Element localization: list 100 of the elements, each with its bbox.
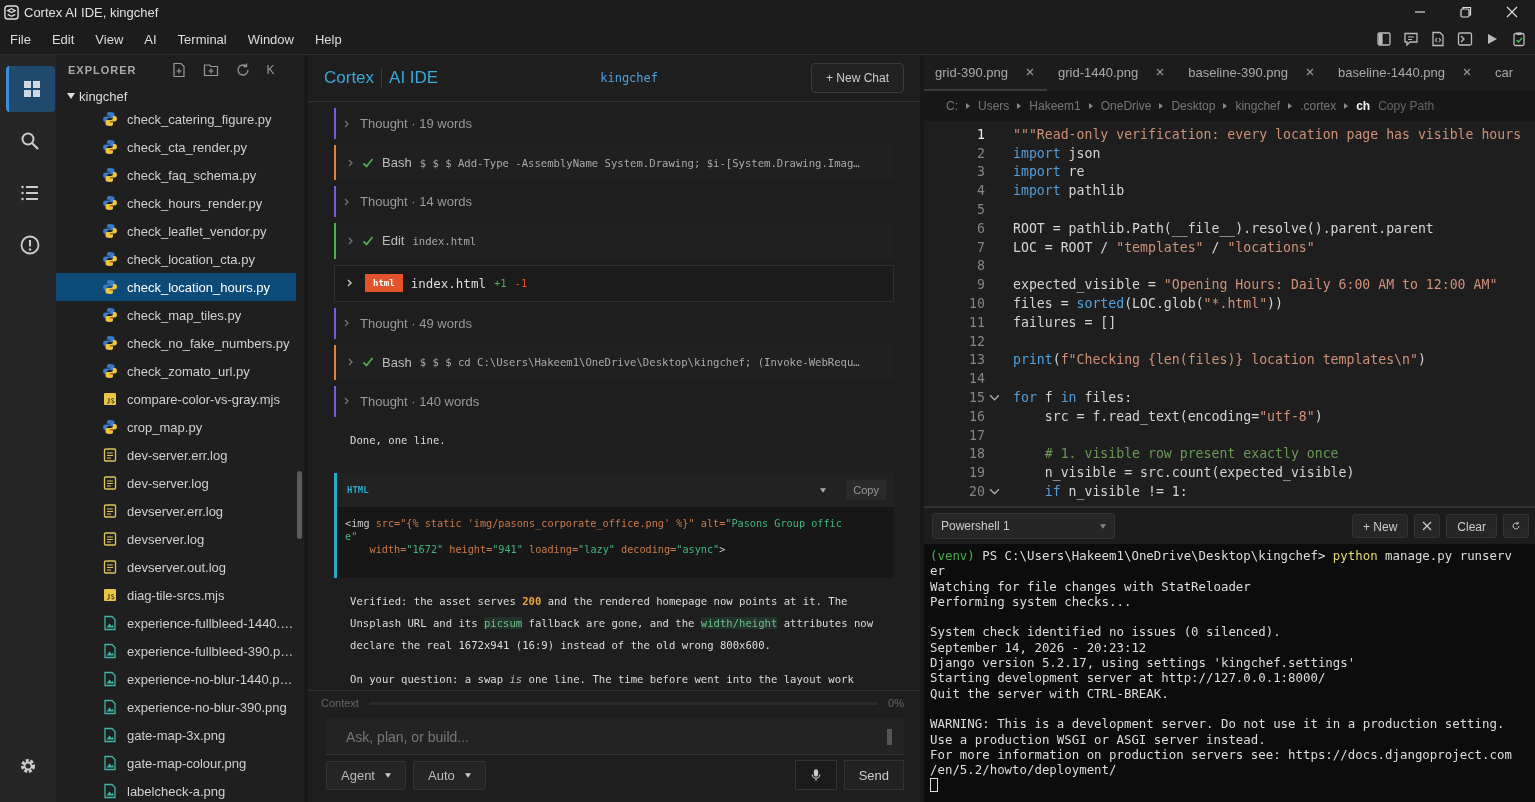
settings-icon[interactable] bbox=[18, 756, 38, 776]
menu-item[interactable]: File bbox=[10, 31, 31, 47]
mode-dropdown[interactable]: Agent bbox=[326, 760, 406, 790]
folder-row[interactable]: kingchef bbox=[56, 87, 304, 105]
collapse-button[interactable]: K bbox=[266, 63, 275, 77]
line-number: 3 bbox=[976, 164, 985, 180]
chevron-icon bbox=[347, 279, 353, 288]
close-icon[interactable] bbox=[1026, 68, 1034, 76]
menu-item[interactable]: Window bbox=[247, 31, 294, 47]
editor-tab[interactable]: baseline-1440.png bbox=[1327, 55, 1484, 91]
file-row[interactable]: check_location_cta.py bbox=[56, 245, 296, 273]
send-button[interactable]: Send bbox=[843, 760, 904, 790]
file-row[interactable]: check_hours_render.py bbox=[56, 189, 296, 217]
breadcrumb-item[interactable]: Hakeem1 bbox=[1029, 99, 1081, 113]
file-row[interactable]: dev-server.err.log bbox=[56, 441, 296, 469]
code-file-icon[interactable] bbox=[1430, 31, 1446, 47]
refresh-icon[interactable] bbox=[234, 62, 251, 78]
breadcrumb-item[interactable]: ch bbox=[1356, 99, 1371, 113]
tool-name: Edit bbox=[382, 233, 405, 249]
new-folder-icon[interactable] bbox=[202, 62, 219, 78]
shell-dropdown[interactable]: Powershell 1 bbox=[932, 513, 1115, 539]
menu-item[interactable]: Help bbox=[315, 31, 342, 47]
caret-icon[interactable] bbox=[820, 487, 827, 493]
file-row[interactable]: devserver.err.log bbox=[56, 497, 296, 525]
line-number: 17 bbox=[968, 427, 985, 443]
terminal-line: Watching for file changes with StatReloader bbox=[930, 578, 1251, 594]
breadcrumb-item[interactable]: .cortex bbox=[1300, 99, 1337, 113]
file-row[interactable]: experience-fullbleed-390.p… bbox=[56, 637, 296, 665]
thought-row[interactable]: Thought · 140 words bbox=[334, 385, 894, 417]
brand-name: Cortex bbox=[324, 68, 383, 88]
close-icon[interactable] bbox=[1306, 68, 1314, 76]
new-file-icon[interactable] bbox=[170, 62, 187, 78]
file-row[interactable]: gate-map-3x.png bbox=[56, 721, 296, 749]
file-row[interactable]: devserver.out.log bbox=[56, 553, 296, 581]
file-row[interactable]: experience-no-blur-390.png bbox=[56, 693, 296, 721]
clear-button[interactable]: Clear bbox=[1446, 514, 1497, 538]
activity-button[interactable] bbox=[5, 66, 55, 112]
menu-item[interactable]: AI bbox=[144, 31, 157, 47]
thought-row[interactable]: Thought · 49 words bbox=[334, 307, 894, 339]
code-line: src = f.read_text(encoding="utf-8") bbox=[1043, 408, 1323, 424]
file-row[interactable]: check_zomato_url.py bbox=[56, 357, 296, 385]
scrollbar-thumb[interactable] bbox=[297, 471, 302, 539]
breadcrumb-item[interactable]: Users bbox=[978, 99, 1010, 113]
file-diff-row[interactable]: html index.html +1 -1 bbox=[334, 264, 894, 302]
menu-item[interactable]: Edit bbox=[51, 31, 75, 47]
python-icon bbox=[102, 363, 118, 379]
file-row[interactable]: dev-server.log bbox=[56, 469, 296, 497]
grid-icon bbox=[21, 79, 42, 99]
new-terminal-button[interactable]: + New bbox=[1351, 514, 1409, 538]
file-row[interactable]: check_map_tiles.py bbox=[56, 301, 296, 329]
tool-name: Bash bbox=[382, 155, 412, 171]
chat-input-field[interactable]: Ask, plan, or build... bbox=[326, 719, 904, 755]
fold-chevron-icon[interactable] bbox=[989, 488, 1000, 496]
terminal-line: Quit the server with CTRL-BREAK. bbox=[930, 685, 1169, 701]
kill-terminal-button[interactable] bbox=[1414, 514, 1441, 538]
terminal-icon[interactable] bbox=[1457, 31, 1473, 47]
chevron-icon bbox=[348, 158, 354, 167]
menu-item[interactable]: View bbox=[95, 31, 124, 47]
line-number: 15 bbox=[968, 390, 985, 406]
file-row[interactable]: experience-fullbleed-1440.… bbox=[56, 609, 296, 637]
breadcrumb-item[interactable]: C: bbox=[946, 99, 958, 113]
model-dropdown[interactable]: Auto bbox=[413, 760, 486, 790]
close-icon[interactable] bbox=[1156, 68, 1165, 76]
editor-tab[interactable]: car bbox=[1483, 55, 1527, 91]
restore-icon[interactable] bbox=[1460, 6, 1472, 18]
file-row[interactable]: check_cta_render.py bbox=[56, 133, 296, 161]
microphone-button[interactable] bbox=[794, 760, 837, 790]
file-row[interactable]: gate-map-colour.png bbox=[56, 749, 296, 777]
check-icon bbox=[362, 234, 374, 247]
check-icon bbox=[362, 356, 374, 369]
restart-button[interactable] bbox=[1503, 514, 1529, 538]
file-row[interactable]: check_faq_schema.py bbox=[56, 161, 296, 189]
file-row[interactable]: check_no_fake_numbers.py bbox=[56, 329, 296, 357]
fold-chevron-icon[interactable] bbox=[989, 394, 1000, 402]
thought-row[interactable]: Thought · 19 words bbox=[334, 108, 894, 140]
file-row[interactable]: check_leaflet_vendor.py bbox=[56, 217, 296, 245]
thought-row[interactable]: Thought · 14 words bbox=[334, 186, 894, 218]
file-row[interactable]: compare-color-vs-gray.mjs bbox=[56, 385, 296, 413]
new-chat-button[interactable]: + New Chat bbox=[810, 63, 904, 93]
menu-item[interactable]: Terminal bbox=[177, 31, 227, 47]
file-row[interactable]: crop_map.py bbox=[56, 413, 296, 441]
copy-button[interactable]: Copy bbox=[846, 480, 886, 500]
caret-icon bbox=[1099, 523, 1106, 529]
file-row[interactable]: devserver.log bbox=[56, 525, 296, 553]
breadcrumb-item[interactable]: OneDrive bbox=[1100, 99, 1152, 113]
sidebar-toggle-icon[interactable] bbox=[1376, 31, 1392, 47]
editor-tab[interactable]: baseline-390.png bbox=[1177, 55, 1327, 91]
file-row[interactable]: diag-tile-srcs.mjs bbox=[56, 581, 296, 609]
clipboard-check-icon[interactable] bbox=[1511, 31, 1527, 47]
file-row[interactable]: labelcheck-a.png bbox=[56, 777, 296, 802]
terminal-line: (venv) PS C:\Users\Hakeem1\OneDrive\Desktop\kingchef> python manage.py runserv bbox=[930, 548, 1512, 563]
close-icon[interactable] bbox=[1462, 68, 1471, 76]
line-number: 20 bbox=[968, 484, 985, 500]
breadcrumb-item[interactable]: Desktop bbox=[1171, 99, 1216, 113]
file-row[interactable]: check_catering_figure.py bbox=[56, 105, 296, 133]
file-row[interactable]: experience-no-blur-1440.p… bbox=[56, 665, 296, 693]
breadcrumb-item[interactable]: kingchef bbox=[1235, 99, 1281, 113]
file-row[interactable]: check_location_hours.py bbox=[56, 273, 296, 301]
chat-icon[interactable] bbox=[1403, 31, 1419, 47]
editor-tab[interactable]: grid-1440.png bbox=[1047, 55, 1178, 91]
